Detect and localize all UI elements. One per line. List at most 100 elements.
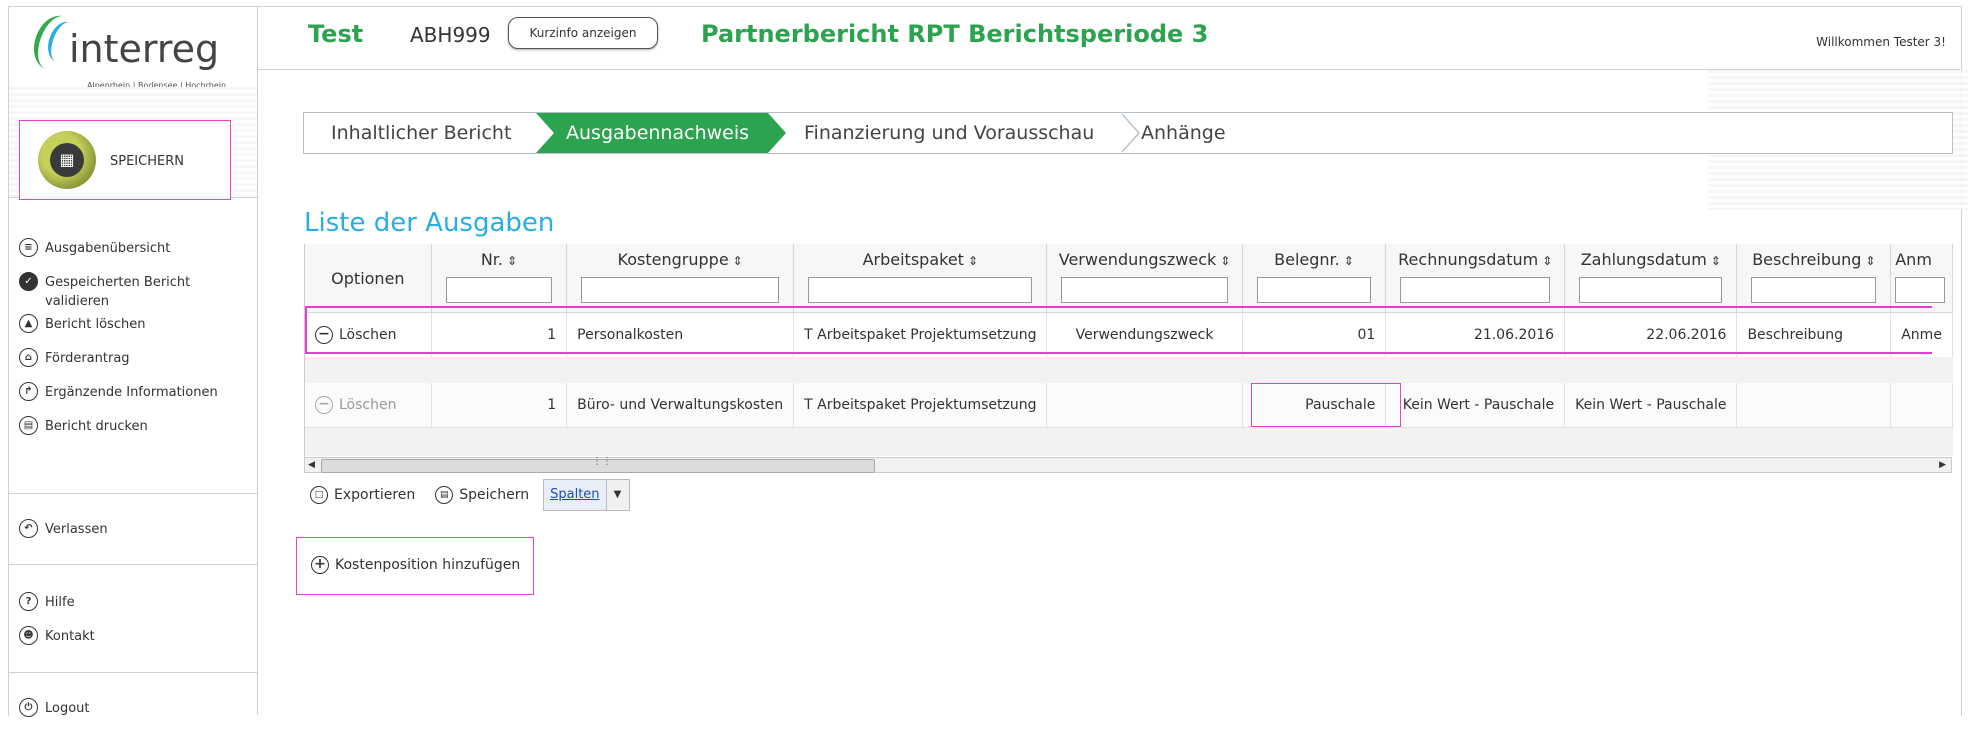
sidebar-item-foerderantrag[interactable]: ⌂ Förderantrag <box>9 348 257 383</box>
sidebar-item-hilfe[interactable]: ? Hilfe <box>9 592 257 627</box>
row-spacer <box>305 427 1953 456</box>
delete-row-button-disabled: − Löschen <box>315 396 421 414</box>
column-header-label: Optionen <box>331 268 405 288</box>
column-header-label: Anm <box>1895 250 1932 269</box>
printer-icon: ▤ <box>19 416 38 435</box>
sidebar-divider <box>9 672 257 673</box>
row-option-cell: − Löschen <box>305 383 432 428</box>
column-header-label: Beschreibung <box>1752 250 1862 269</box>
columns-dropdown[interactable]: Spalten ▼ <box>543 479 630 511</box>
minus-circle-icon: − <box>315 326 333 344</box>
filter-input-beschreibung[interactable] <box>1751 277 1877 303</box>
grid-save-button[interactable]: ▤ Speichern <box>435 486 529 504</box>
column-header-zahlungsdatum[interactable]: Zahlungsdatum ⇕ <box>1564 244 1738 313</box>
bank-icon: ⌂ <box>19 348 38 367</box>
sort-icon[interactable]: ⇕ <box>1220 254 1230 268</box>
list-title: Liste der Ausgaben <box>304 208 555 238</box>
sort-icon[interactable]: ⇕ <box>1865 254 1875 268</box>
sidebar-item-bericht-drucken[interactable]: ▤ Bericht drucken <box>9 416 257 451</box>
sidebar-item-kontakt[interactable]: ☻ Kontakt <box>9 626 257 661</box>
welcome-text: Willkommen Tester 3! <box>1816 35 1946 49</box>
cell-beschreibung <box>1736 383 1892 428</box>
sort-icon[interactable]: ⇕ <box>1542 254 1552 268</box>
sidebar-item-bericht-loeschen[interactable]: ▲ Bericht löschen <box>9 314 257 349</box>
table-row: − Löschen 1 Personalkosten T Arbeitspake… <box>305 312 1953 357</box>
filter-input-verwendungszweck[interactable] <box>1061 277 1228 303</box>
sidebar-item-ergaenzende-informationen[interactable]: ↱ Ergänzende Informationen <box>9 382 257 417</box>
horizontal-scrollbar[interactable]: ◀ ⋮⋮ ▶ <box>304 456 1952 473</box>
filter-input-nr[interactable] <box>445 277 553 303</box>
filter-input-kostengruppe[interactable] <box>581 277 780 303</box>
sidebar-item-logout[interactable]: ⏻ Logout <box>9 698 257 733</box>
filter-input-arbeitspaket[interactable] <box>808 277 1033 303</box>
cell-rechnungsdatum: 21.06.2016 <box>1385 312 1566 357</box>
check-icon: ✓ <box>19 272 38 291</box>
scrollbar-thumb[interactable]: ⋮⋮ <box>321 456 875 473</box>
sort-icon[interactable]: ⇕ <box>1711 254 1721 268</box>
filter-input-rechnungsdatum[interactable] <box>1400 277 1551 303</box>
kurzinfo-button[interactable]: Kurzinfo anzeigen <box>508 17 658 49</box>
grid-save-label: Speichern <box>459 487 530 503</box>
column-header-rechnungsdatum[interactable]: Rechnungsdatum ⇕ <box>1385 244 1566 313</box>
table-row: − Löschen 1 Büro- und Verwaltungskosten … <box>305 383 1953 428</box>
sidebar-divider <box>9 493 257 494</box>
column-header-nr[interactable]: Nr. ⇕ <box>431 244 568 313</box>
column-header-arbeitspaket[interactable]: Arbeitspaket ⇕ <box>793 244 1048 313</box>
report-tabs: Inhaltlicher Bericht Ausgabennachweis Fi… <box>303 112 1953 154</box>
column-header-label: Kostengruppe <box>617 250 729 269</box>
row-option-cell: − Löschen <box>305 312 432 357</box>
sidebar-item-label: Bericht drucken <box>45 419 148 434</box>
cell-zahlungsdatum: 22.06.2016 <box>1564 312 1738 357</box>
chevron-down-icon[interactable]: ▼ <box>605 480 629 510</box>
filter-input-belegnr[interactable] <box>1256 277 1372 303</box>
columns-label[interactable]: Spalten <box>544 480 606 510</box>
column-header-belegnr[interactable]: Belegnr. ⇕ <box>1242 244 1387 313</box>
cell-verwendungszweck <box>1046 383 1243 428</box>
sort-icon[interactable]: ⇕ <box>968 254 978 268</box>
plus-circle-icon: + <box>311 556 329 574</box>
scroll-right-arrow-icon[interactable]: ▶ <box>1939 458 1946 472</box>
add-cost-position-button[interactable]: + Kostenposition hinzufügen <box>311 556 520 574</box>
sort-icon[interactable]: ⇕ <box>1344 254 1354 268</box>
tab-inhaltlicher-bericht[interactable]: Inhaltlicher Bericht <box>304 113 536 153</box>
logo-name: interreg <box>69 27 220 71</box>
sidebar-item-ausgabenuebersicht[interactable]: ≡ Ausgabenübersicht <box>9 238 257 273</box>
add-cost-position-highlight: + Kostenposition hinzufügen <box>296 537 534 595</box>
cell-zahlungsdatum: Kein Wert - Pauschale <box>1564 383 1738 428</box>
column-header-optionen: Optionen <box>305 244 432 313</box>
export-button[interactable]: □ Exportieren <box>310 486 415 504</box>
document-icon: □ <box>310 486 328 504</box>
sidebar-item-label: Logout <box>45 701 90 716</box>
column-header-beschreibung[interactable]: Beschreibung ⇕ <box>1736 244 1892 313</box>
logo: interreg Alpenrhein | Bodensee | Hochrhe… <box>9 7 257 90</box>
tab-finanzierung-und-vorausschau[interactable]: Finanzierung und Vorausschau <box>786 113 1123 153</box>
sort-icon[interactable]: ⇕ <box>733 254 743 268</box>
sidebar-item-verlassen[interactable]: ↶ Verlassen <box>9 519 257 554</box>
sidebar-item-label: Bericht löschen <box>45 317 146 332</box>
cell-beschreibung: Beschreibung <box>1736 312 1892 357</box>
save-button[interactable]: ▦ SPEICHERN <box>19 120 231 200</box>
scroll-left-arrow-icon[interactable]: ◀ <box>308 458 315 472</box>
help-icon: ? <box>19 592 38 611</box>
sidebar-item-label: Verlassen <box>45 522 108 537</box>
sidebar-item-label: Kontakt <box>45 629 95 644</box>
briefcase-icon: ▦ <box>50 143 84 177</box>
filter-input-anm[interactable] <box>1895 277 1946 303</box>
sidebar-item-validieren[interactable]: ✓ Gespeicherten Bericht validieren <box>9 272 257 315</box>
delete-row-button[interactable]: − Löschen <box>315 326 421 344</box>
cell-belegnr: Pauschale <box>1242 383 1387 428</box>
tab-separator <box>1121 114 1138 152</box>
column-header-label: Belegnr. <box>1274 250 1340 269</box>
filter-input-zahlungsdatum[interactable] <box>1579 277 1723 303</box>
tab-ausgabennachweis[interactable]: Ausgabennachweis <box>536 113 768 153</box>
column-header-verwendungszweck[interactable]: Verwendungszweck ⇕ <box>1046 244 1243 313</box>
column-header-kostengruppe[interactable]: Kostengruppe ⇕ <box>566 244 795 313</box>
cell-rechnungsdatum: Kein Wert - Pauschale <box>1385 383 1566 428</box>
column-header-anm[interactable]: Anm <box>1890 244 1953 313</box>
cell-anm: Anme <box>1890 312 1953 357</box>
sidebar-item-label: Ausgabenübersicht <box>45 241 171 256</box>
tab-anhaenge[interactable]: Anhänge <box>1141 113 1261 153</box>
sort-icon[interactable]: ⇕ <box>507 254 517 268</box>
delete-label: Löschen <box>339 327 397 343</box>
sidebar-divider <box>9 564 257 565</box>
